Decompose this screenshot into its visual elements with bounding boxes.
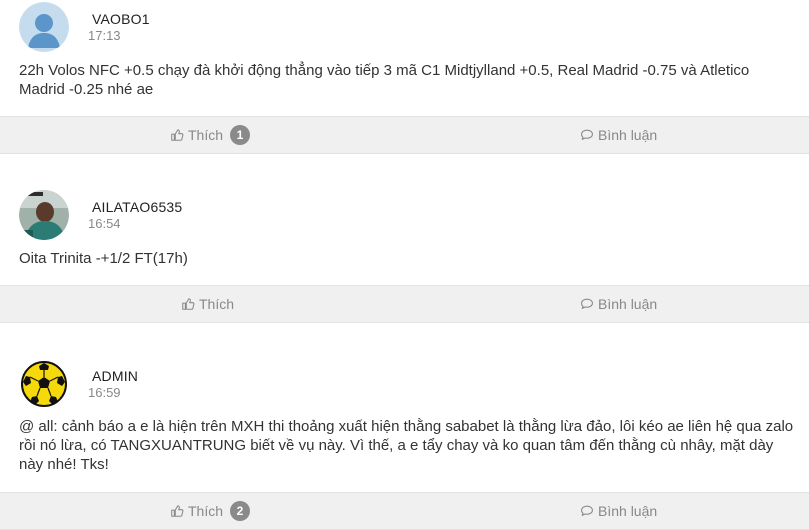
like-button[interactable]: Thích 1 [170,117,251,153]
comment-button[interactable]: Bình luận [580,286,657,322]
like-label: Thích [188,127,224,143]
post-username[interactable]: VAOBO1 [92,11,150,27]
post-text: @ all: cảnh báo a e là hiện trên MXH thi… [19,418,794,473]
post-time: 16:59 [88,385,121,400]
like-count-badge: 1 [230,125,251,145]
comment-button[interactable]: Bình luận [580,117,657,153]
user-avatar[interactable] [19,190,69,240]
soccer-ball-avatar-icon [21,361,67,407]
post-actions-bar: Thích Bình luận [0,285,809,323]
post-actions-bar: Thích 1 Bình luận [0,116,809,154]
like-button[interactable]: Thích [181,286,234,322]
user-avatar[interactable] [19,359,69,409]
post-time: 17:13 [88,28,121,43]
comment-bubble-icon [580,128,594,142]
post-card: VAOBO1 17:13 22h Volos NFC +0.5 chạy đà … [0,0,809,155]
thumbs-up-icon [170,504,184,518]
post-text: 22h Volos NFC +0.5 chạy đà khởi động thẳ… [19,62,750,98]
default-user-avatar-icon [19,2,69,52]
post-username[interactable]: AILATAO6535 [92,199,182,215]
photo-avatar-icon [19,190,69,240]
comment-button[interactable]: Bình luận [580,493,657,529]
post-card: ADMIN 16:59 @ all: cảnh báo a e là hiện … [0,339,809,530]
user-avatar[interactable] [19,2,69,52]
post-time: 16:54 [88,216,121,231]
comment-label: Bình luận [598,127,658,143]
post-username[interactable]: ADMIN [92,368,138,384]
like-button[interactable]: Thích 2 [170,493,251,529]
comment-bubble-icon [580,297,594,311]
comment-bubble-icon [580,504,594,518]
post-text: Oita Trinita -+1/2 FT(17h) [19,250,188,267]
post-card: AILATAO6535 16:54 Oita Trinita -+1/2 FT(… [0,170,809,324]
post-actions-bar: Thích 2 Bình luận [0,492,809,530]
like-label: Thích [199,296,235,312]
thumbs-up-icon [181,297,195,311]
comment-label: Bình luận [598,296,658,312]
thumbs-up-icon [170,128,184,142]
comment-label: Bình luận [598,503,658,519]
like-count-badge: 2 [230,501,251,521]
like-label: Thích [188,503,224,519]
